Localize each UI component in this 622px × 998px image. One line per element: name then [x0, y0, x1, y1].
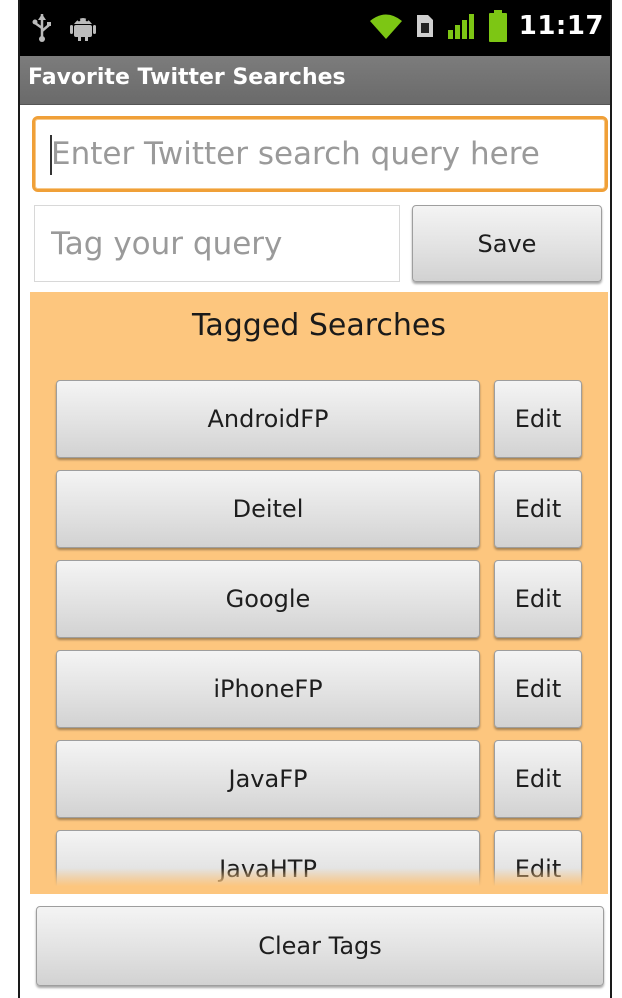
tag-button[interactable]: JavaFP — [56, 740, 480, 818]
tag-row: Google Edit — [30, 560, 608, 638]
edit-button[interactable]: Edit — [494, 740, 582, 818]
edit-button[interactable]: Edit — [494, 380, 582, 458]
usb-icon — [32, 12, 52, 42]
signal-icon — [447, 12, 477, 40]
clear-tags-button[interactable]: Clear Tags — [36, 906, 604, 986]
status-time: 11:17 — [518, 11, 604, 41]
tag-button[interactable]: AndroidFP — [56, 380, 480, 458]
tag-button[interactable]: Google — [56, 560, 480, 638]
tag-row: AndroidFP Edit — [30, 380, 608, 458]
title-bar: Favorite Twitter Searches — [20, 56, 610, 105]
tag-input[interactable] — [34, 205, 400, 282]
text-cursor — [50, 135, 52, 175]
tag-button[interactable]: Deitel — [56, 470, 480, 548]
search-query-input[interactable] — [32, 116, 608, 192]
app-title: Favorite Twitter Searches — [28, 65, 346, 90]
tag-button[interactable]: JavaHTP — [56, 830, 480, 894]
tag-button[interactable]: iPhoneFP — [56, 650, 480, 728]
tag-row: JavaHTP Edit — [30, 830, 608, 894]
tag-row: Deitel Edit — [30, 470, 608, 548]
edit-button[interactable]: Edit — [494, 830, 582, 894]
edit-button[interactable]: Edit — [494, 560, 582, 638]
tag-row: JavaFP Edit — [30, 740, 608, 818]
status-bar: 11:17 — [20, 0, 610, 56]
tagged-searches-title: Tagged Searches — [191, 308, 447, 343]
save-button[interactable]: Save — [412, 205, 602, 282]
sim-icon — [415, 13, 435, 39]
wifi-icon — [369, 12, 403, 40]
tag-row: iPhoneFP Edit — [30, 650, 608, 728]
edit-button[interactable]: Edit — [494, 470, 582, 548]
edit-button[interactable]: Edit — [494, 650, 582, 728]
tagged-searches-panel[interactable]: Tagged Searches AndroidFP Edit Deitel Ed… — [30, 292, 608, 894]
battery-icon — [488, 10, 507, 42]
android-debug-icon — [70, 12, 96, 42]
